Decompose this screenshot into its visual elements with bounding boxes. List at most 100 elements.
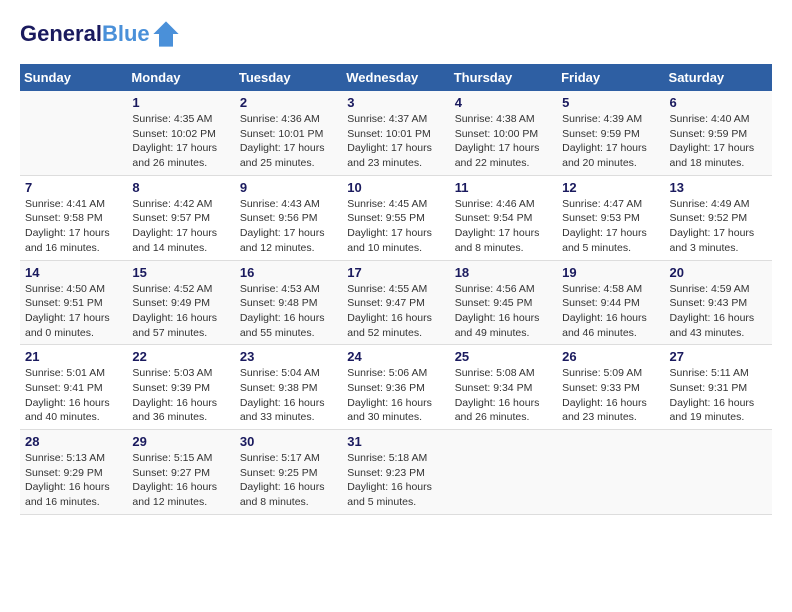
day-info: Sunrise: 4:45 AM Sunset: 9:55 PM Dayligh… [347,197,444,256]
day-number: 20 [670,265,767,280]
day-number: 26 [562,349,659,364]
day-info: Sunrise: 4:46 AM Sunset: 9:54 PM Dayligh… [455,197,552,256]
day-of-week-thursday: Thursday [450,64,557,91]
calendar-cell: 1 Sunrise: 4:35 AM Sunset: 10:02 PM Dayli… [127,91,234,175]
day-number: 2 [240,95,337,110]
day-info: Sunrise: 4:53 AM Sunset: 9:48 PM Dayligh… [240,282,337,341]
day-number: 1 [132,95,229,110]
calendar-cell: 5Sunrise: 4:39 AM Sunset: 9:59 PM Daylig… [557,91,664,175]
day-number: 17 [347,265,444,280]
day-info: Sunrise: 5:09 AM Sunset: 9:33 PM Dayligh… [562,366,659,425]
day-number: 21 [25,349,122,364]
day-number: 9 [240,180,337,195]
day-of-week-tuesday: Tuesday [235,64,342,91]
day-info: Sunrise: 5:08 AM Sunset: 9:34 PM Dayligh… [455,366,552,425]
calendar-cell: 8 Sunrise: 4:42 AM Sunset: 9:57 PM Daylig… [127,175,234,260]
calendar-cell: 29Sunrise: 5:15 AM Sunset: 9:27 PM Dayli… [127,430,234,515]
calendar-cell: 2 Sunrise: 4:36 AM Sunset: 10:01 PM Dayli… [235,91,342,175]
day-of-week-monday: Monday [127,64,234,91]
calendar-cell: 17 Sunrise: 4:55 AM Sunset: 9:47 PM Dayli… [342,260,449,345]
day-of-week-sunday: Sunday [20,64,127,91]
calendar-cell: 18Sunrise: 4:56 AM Sunset: 9:45 PM Dayli… [450,260,557,345]
days-of-week-row: SundayMondayTuesdayWednesdayThursdayFrid… [20,64,772,91]
calendar-cell: 16 Sunrise: 4:53 AM Sunset: 9:48 PM Dayli… [235,260,342,345]
day-of-week-friday: Friday [557,64,664,91]
day-number: 22 [132,349,229,364]
day-info: Sunrise: 4:38 AM Sunset: 10:00 PM Daylig… [455,112,552,171]
day-number: 6 [670,95,767,110]
day-info: Sunrise: 4:35 AM Sunset: 10:02 PM Daylig… [132,112,229,171]
calendar-cell: 11Sunrise: 4:46 AM Sunset: 9:54 PM Dayli… [450,175,557,260]
calendar-cell: 19 Sunrise: 4:58 AM Sunset: 9:44 PM Dayli… [557,260,664,345]
day-number: 16 [240,265,337,280]
day-info: Sunrise: 5:03 AM Sunset: 9:39 PM Dayligh… [132,366,229,425]
day-info: Sunrise: 4:55 AM Sunset: 9:47 PM Dayligh… [347,282,444,341]
day-number: 31 [347,434,444,449]
day-number: 14 [25,265,122,280]
day-number: 3 [347,95,444,110]
day-number: 10 [347,180,444,195]
calendar-cell [557,430,664,515]
day-number: 8 [132,180,229,195]
day-info: Sunrise: 5:11 AM Sunset: 9:31 PM Dayligh… [670,366,767,425]
day-info: Sunrise: 4:43 AM Sunset: 9:56 PM Dayligh… [240,197,337,256]
calendar-cell: 15 Sunrise: 4:52 AM Sunset: 9:49 PM Dayli… [127,260,234,345]
day-info: Sunrise: 5:04 AM Sunset: 9:38 PM Dayligh… [240,366,337,425]
day-number: 15 [132,265,229,280]
week-row-5: 28Sunrise: 5:13 AM Sunset: 9:29 PM Dayli… [20,430,772,515]
calendar-cell: 3 Sunrise: 4:37 AM Sunset: 10:01 PM Dayli… [342,91,449,175]
day-info: Sunrise: 4:49 AM Sunset: 9:52 PM Dayligh… [670,197,767,256]
day-number: 28 [25,434,122,449]
calendar-cell: 28Sunrise: 5:13 AM Sunset: 9:29 PM Dayli… [20,430,127,515]
day-info: Sunrise: 4:47 AM Sunset: 9:53 PM Dayligh… [562,197,659,256]
day-number: 24 [347,349,444,364]
calendar-cell: 31 Sunrise: 5:18 AM Sunset: 9:23 PM Dayli… [342,430,449,515]
day-number: 25 [455,349,552,364]
day-number: 18 [455,265,552,280]
week-row-3: 14 Sunrise: 4:50 AM Sunset: 9:51 PM Dayli… [20,260,772,345]
day-info: Sunrise: 5:18 AM Sunset: 9:23 PM Dayligh… [347,451,444,510]
calendar-cell: 26 Sunrise: 5:09 AM Sunset: 9:33 PM Dayli… [557,345,664,430]
day-info: Sunrise: 4:36 AM Sunset: 10:01 PM Daylig… [240,112,337,171]
day-info: Sunrise: 4:58 AM Sunset: 9:44 PM Dayligh… [562,282,659,341]
day-info: Sunrise: 4:37 AM Sunset: 10:01 PM Daylig… [347,112,444,171]
day-of-week-saturday: Saturday [665,64,772,91]
logo-icon [152,20,180,48]
calendar-cell [665,430,772,515]
day-number: 12 [562,180,659,195]
day-number: 30 [240,434,337,449]
calendar-cell: 30Sunrise: 5:17 AM Sunset: 9:25 PM Dayli… [235,430,342,515]
calendar-cell: 10 Sunrise: 4:45 AM Sunset: 9:55 PM Dayli… [342,175,449,260]
day-info: Sunrise: 5:01 AM Sunset: 9:41 PM Dayligh… [25,366,122,425]
calendar-header: SundayMondayTuesdayWednesdayThursdayFrid… [20,64,772,91]
calendar-cell: 20 Sunrise: 4:59 AM Sunset: 9:43 PM Dayli… [665,260,772,345]
day-info: Sunrise: 4:50 AM Sunset: 9:51 PM Dayligh… [25,282,122,341]
calendar-cell: 13Sunrise: 4:49 AM Sunset: 9:52 PM Dayli… [665,175,772,260]
day-info: Sunrise: 4:52 AM Sunset: 9:49 PM Dayligh… [132,282,229,341]
calendar-cell: 21 Sunrise: 5:01 AM Sunset: 9:41 PM Dayli… [20,345,127,430]
day-number: 29 [132,434,229,449]
day-info: Sunrise: 4:40 AM Sunset: 9:59 PM Dayligh… [670,112,767,171]
day-info: Sunrise: 4:59 AM Sunset: 9:43 PM Dayligh… [670,282,767,341]
calendar-body: 1 Sunrise: 4:35 AM Sunset: 10:02 PM Dayli… [20,91,772,514]
calendar-cell [20,91,127,175]
day-info: Sunrise: 4:42 AM Sunset: 9:57 PM Dayligh… [132,197,229,256]
calendar-cell: 7Sunrise: 4:41 AM Sunset: 9:58 PM Daylig… [20,175,127,260]
day-info: Sunrise: 4:39 AM Sunset: 9:59 PM Dayligh… [562,112,659,171]
week-row-4: 21 Sunrise: 5:01 AM Sunset: 9:41 PM Dayli… [20,345,772,430]
day-of-week-wednesday: Wednesday [342,64,449,91]
week-row-2: 7Sunrise: 4:41 AM Sunset: 9:58 PM Daylig… [20,175,772,260]
calendar-cell: 12 Sunrise: 4:47 AM Sunset: 9:53 PM Dayli… [557,175,664,260]
logo: GeneralBlue [20,20,180,48]
day-number: 19 [562,265,659,280]
day-number: 23 [240,349,337,364]
day-number: 4 [455,95,552,110]
day-info: Sunrise: 4:41 AM Sunset: 9:58 PM Dayligh… [25,197,122,256]
page-header: GeneralBlue [20,20,772,48]
calendar-cell: 24 Sunrise: 5:06 AM Sunset: 9:36 PM Dayli… [342,345,449,430]
week-row-1: 1 Sunrise: 4:35 AM Sunset: 10:02 PM Dayli… [20,91,772,175]
day-info: Sunrise: 5:06 AM Sunset: 9:36 PM Dayligh… [347,366,444,425]
calendar-cell: 4 Sunrise: 4:38 AM Sunset: 10:00 PM Dayli… [450,91,557,175]
calendar-cell: 9 Sunrise: 4:43 AM Sunset: 9:56 PM Daylig… [235,175,342,260]
calendar-cell: 6 Sunrise: 4:40 AM Sunset: 9:59 PM Daylig… [665,91,772,175]
